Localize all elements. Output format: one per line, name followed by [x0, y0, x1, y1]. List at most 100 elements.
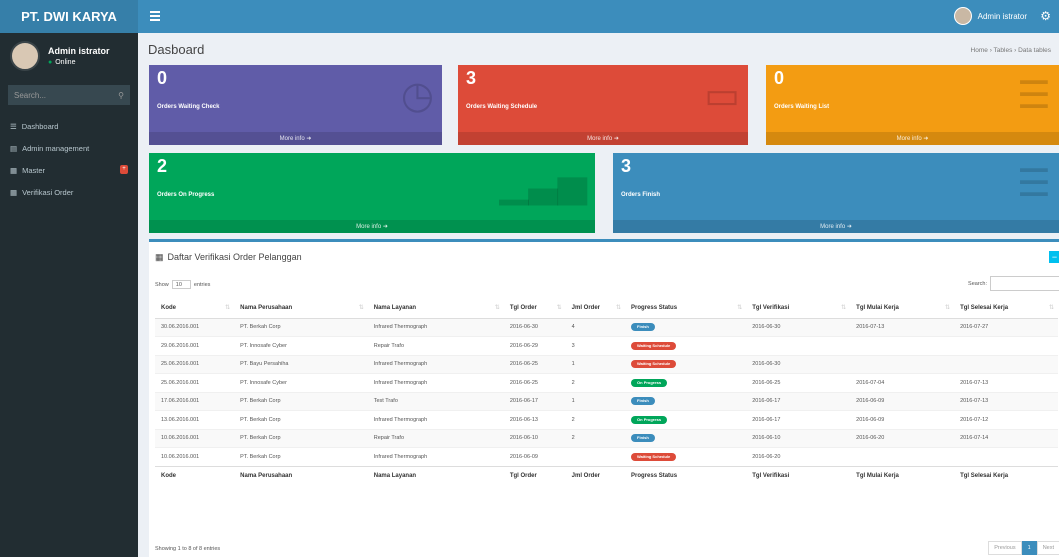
sort-icon[interactable]: ⇅: [841, 304, 846, 311]
more-info-link[interactable]: More info ➜: [458, 132, 748, 145]
table-cell: PT. Innosafe Cyber: [234, 336, 368, 355]
info-box-label: Orders Waiting Check: [157, 104, 220, 110]
column-header-label: Nama Layanan: [373, 304, 417, 311]
collapse-button[interactable]: −: [1049, 251, 1059, 263]
sidebar: Admin istrator Online Search... ⚲ ☰ Dash…: [0, 33, 138, 557]
column-header[interactable]: Nama Perusahaan ⇅: [234, 298, 368, 319]
column-footer: Progress Status: [625, 465, 747, 486]
table-cell: 2016-06-20: [746, 447, 851, 466]
user-panel-name: Admin istrator: [48, 46, 110, 56]
sidebar-search-input[interactable]: Search... ⚲: [8, 85, 130, 105]
users-icon: ▤: [10, 143, 18, 153]
pagination: Previous 1 Next: [988, 541, 1059, 555]
entries-select[interactable]: 10: [171, 280, 191, 289]
pagination-previous[interactable]: Previous: [988, 541, 1022, 555]
table-cell: [954, 447, 1058, 466]
table-row[interactable]: 10.06.2016.001 PT. Berkah Corp Infrared Th…: [155, 447, 1058, 466]
more-info-link[interactable]: More info ➜: [613, 220, 1059, 233]
info-box-count: 3: [621, 156, 632, 176]
more-info-link[interactable]: More info ➜: [766, 132, 1059, 145]
dashboard-icon: ☰: [10, 121, 17, 131]
table-row[interactable]: 13.06.2016.001 PT. Berkah Corp Infrared Th…: [155, 410, 1058, 429]
user-menu-name: Admin istrator: [977, 11, 1027, 21]
table-cell: PT. Berkah Corp: [234, 410, 368, 429]
pagination-page[interactable]: 1: [1021, 541, 1037, 555]
sidebar-item-verifikasi-order[interactable]: ▦ Verifikasi Order: [0, 181, 138, 203]
breadcrumb[interactable]: Home › Tables › Data tables: [971, 47, 1051, 54]
main-content: Dasboard Home › Tables › Data tables 0 O…: [138, 33, 1059, 557]
status-badge: On Progress: [631, 415, 668, 424]
table-cell: Repair Trafo: [367, 428, 504, 448]
column-header[interactable]: Tgl Mulai Kerja ⇅: [850, 298, 955, 319]
table-cell: 2016-06-25: [746, 373, 851, 392]
table-cell: On Progress: [625, 373, 747, 392]
user-panel: Admin istrator Online: [0, 33, 138, 79]
table-row[interactable]: 10.06.2016.001 PT. Berkah Corp Repair Traf…: [155, 428, 1058, 448]
table-cell: On Progress: [625, 410, 747, 429]
column-header[interactable]: Progress Status ⇅: [625, 298, 747, 319]
more-info-label: More info: [356, 223, 382, 230]
brand-logo[interactable]: PT. DWI KARYA: [0, 0, 138, 33]
more-info-label: More info: [279, 135, 305, 142]
user-menu[interactable]: Admin istrator: [953, 7, 1027, 25]
sidebar-toggle-icon[interactable]: [150, 11, 160, 21]
more-info-label: More info: [820, 223, 846, 230]
gear-icon[interactable]: ⚙: [1040, 9, 1051, 23]
more-info-link[interactable]: More info ➜: [149, 132, 442, 145]
table-cell: 2016-06-17: [746, 410, 851, 429]
table-row[interactable]: 25.06.2016.001 PT. Innosafe Cyber Infrared…: [155, 373, 1058, 392]
sidebar-item-label: Admin management: [22, 143, 90, 153]
show-entries: Show 10 entries: [155, 280, 210, 289]
table-row[interactable]: 29.06.2016.001 PT. Innosafe Cyber Repair T…: [155, 336, 1058, 355]
table-cell: 2: [565, 410, 626, 429]
table-cell: 30.06.2016.001: [155, 317, 235, 337]
show-label: Show: [155, 281, 169, 288]
table-row[interactable]: 30.06.2016.001 PT. Berkah Corp Infrared Th…: [155, 317, 1058, 337]
table-cell: 2016-06-25: [503, 373, 566, 392]
bar-chart-icon: ▁▃▅: [499, 163, 587, 205]
calendar-icon: ▭: [704, 75, 740, 117]
sidebar-item-admin-management[interactable]: ▤ Admin management: [0, 137, 138, 159]
column-header-label: Tgl Selesai Kerja: [960, 304, 1009, 311]
more-info-link[interactable]: More info ➜: [149, 220, 595, 233]
sort-icon[interactable]: ⇅: [225, 304, 230, 311]
info-box-on-progress: 2 Orders On Progress ▁▃▅ More info ➜: [149, 153, 595, 233]
sidebar-item-dashboard[interactable]: ☰ Dashboard: [0, 115, 138, 137]
table-icon: ▦: [10, 187, 18, 197]
column-header[interactable]: Tgl Verifikasi ⇅: [746, 298, 851, 319]
orders-table-box: ▦ Daftar Verifikasi Order Pelanggan − Sho…: [149, 239, 1059, 557]
table-cell: 2016-07-04: [850, 373, 955, 392]
table-cell: 2016-07-27: [954, 317, 1058, 337]
column-header[interactable]: Kode ⇅: [155, 298, 235, 319]
search-input[interactable]: [990, 276, 1059, 291]
table-row[interactable]: 25.06.2016.001 PT. Bayu Persahiha Infrared…: [155, 354, 1058, 374]
column-footer: Jml Order: [565, 465, 626, 486]
column-footer: Tgl Selesai Kerja: [954, 465, 1058, 486]
status-badge: Finish: [631, 397, 655, 406]
table-cell: PT. Bayu Persahiha: [234, 354, 368, 374]
sort-icon[interactable]: ⇅: [1049, 304, 1054, 311]
table-cell: Waiting Schedule: [625, 447, 747, 466]
search-icon[interactable]: ⚲: [118, 91, 124, 100]
table-cell: 2016-07-14: [954, 428, 1058, 448]
sidebar-search-placeholder: Search...: [14, 90, 47, 100]
column-header[interactable]: Tgl Selesai Kerja ⇅: [954, 298, 1058, 319]
entries-label: entries: [193, 281, 211, 288]
sidebar-badge: +: [120, 165, 128, 174]
sort-icon[interactable]: ⇅: [945, 304, 950, 311]
column-header[interactable]: Jml Order ⇅: [565, 298, 626, 319]
sort-icon[interactable]: ⇅: [557, 304, 562, 311]
sidebar-item-master[interactable]: ▦ Master +: [0, 159, 138, 181]
sort-icon[interactable]: ⇅: [359, 304, 364, 311]
avatar: [953, 7, 972, 25]
column-header[interactable]: Tgl Order ⇅: [503, 298, 566, 319]
table-icon: ▦: [155, 252, 164, 262]
sort-icon[interactable]: ⇅: [616, 304, 621, 311]
sort-icon[interactable]: ⇅: [495, 304, 500, 311]
column-header[interactable]: Nama Layanan ⇅: [367, 298, 504, 319]
avatar: [10, 41, 40, 71]
table-row[interactable]: 17.06.2016.001 PT. Berkah Corp Test Trafo 2…: [155, 391, 1058, 411]
pagination-next[interactable]: Next: [1036, 541, 1059, 555]
table-cell: 2016-06-09: [503, 447, 566, 466]
sort-icon[interactable]: ⇅: [737, 304, 742, 311]
